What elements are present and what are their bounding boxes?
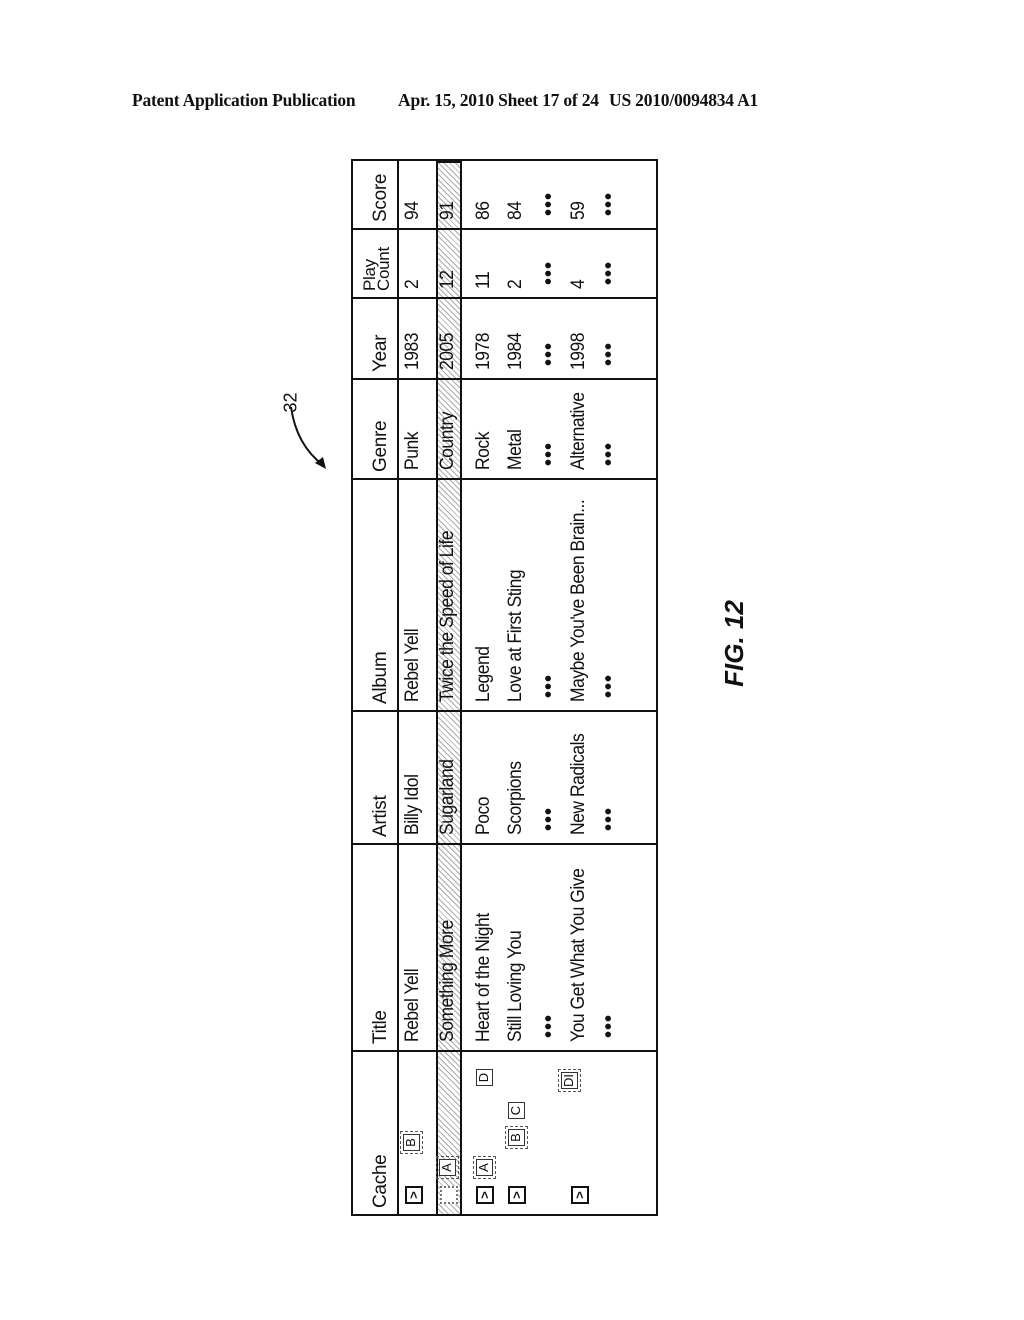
column-header-artist[interactable]: Artist bbox=[353, 710, 397, 843]
ellipsis: ••• bbox=[538, 673, 560, 698]
cache-tag: B bbox=[400, 1131, 423, 1154]
cache-checkbox[interactable]: > bbox=[405, 1186, 423, 1204]
table-header-row: Cache Title Artist Album Genre Year Play Count S… bbox=[353, 161, 399, 1214]
column-divider bbox=[353, 378, 656, 380]
publication-date-sheet: Apr. 15, 2010 Sheet 17 of 24 bbox=[398, 90, 599, 110]
cell-year: 1978 bbox=[473, 332, 494, 370]
cell-score: 84 bbox=[505, 201, 526, 220]
ellipsis: ••• bbox=[538, 260, 560, 285]
column-divider bbox=[353, 710, 656, 712]
cell-play-count: 2 bbox=[402, 279, 423, 289]
cell-play-count: 4 bbox=[568, 279, 589, 289]
column-divider bbox=[353, 228, 656, 230]
cell-title: Still Loving You bbox=[505, 930, 526, 1042]
column-header-cache[interactable]: Cache bbox=[353, 1050, 397, 1214]
cell-title: Heart of the Night bbox=[473, 913, 494, 1042]
publication-title: Patent Application Publication bbox=[132, 90, 356, 110]
cell-year: 1983 bbox=[402, 332, 423, 370]
cache-tag: D bbox=[476, 1069, 493, 1086]
column-header-play-count[interactable]: Play Count bbox=[353, 228, 397, 297]
cache-tag: DI bbox=[558, 1069, 581, 1092]
column-header-year[interactable]: Year bbox=[353, 297, 397, 378]
cache-checkbox[interactable]: > bbox=[476, 1186, 494, 1204]
ellipsis: ••• bbox=[538, 441, 560, 466]
ellipsis: ••• bbox=[538, 806, 560, 831]
cache-tag: C bbox=[508, 1102, 525, 1119]
cell-artist: New Radicals bbox=[568, 733, 589, 835]
ellipsis: ••• bbox=[598, 806, 620, 831]
column-header-genre[interactable]: Genre bbox=[353, 378, 397, 478]
cache-checkbox[interactable]: > bbox=[571, 1186, 589, 1204]
cell-artist: Billy Idol bbox=[402, 774, 423, 835]
cell-album: Love at First Sting bbox=[505, 569, 526, 702]
cell-title: Something More bbox=[437, 920, 458, 1042]
cache-checkbox[interactable] bbox=[440, 1186, 458, 1204]
cache-tag: A bbox=[436, 1156, 459, 1179]
cell-year: 1984 bbox=[505, 332, 526, 370]
cell-score: 59 bbox=[568, 201, 589, 220]
column-header-album[interactable]: Album bbox=[353, 478, 397, 710]
ellipsis: ••• bbox=[598, 673, 620, 698]
cell-score: 86 bbox=[473, 201, 494, 220]
cell-album: Maybe You've Been Brain... bbox=[568, 499, 589, 702]
ellipsis: ••• bbox=[598, 341, 620, 366]
cell-album: Legend bbox=[473, 646, 494, 702]
cell-year: 1998 bbox=[568, 332, 589, 370]
ellipsis: ••• bbox=[538, 191, 560, 216]
cell-play-count: 12 bbox=[437, 270, 458, 289]
column-header-title[interactable]: Title bbox=[353, 843, 397, 1050]
cell-title: You Get What You Give bbox=[568, 868, 589, 1042]
column-header-score[interactable]: Score bbox=[353, 157, 397, 228]
cell-play-count: 11 bbox=[473, 271, 494, 289]
cell-album: Twice the Speed of Life bbox=[437, 530, 458, 702]
ellipsis: ••• bbox=[598, 191, 620, 216]
patent-number: US 2010/0094834 A1 bbox=[609, 90, 759, 110]
cell-title: Rebel Yell bbox=[402, 968, 423, 1042]
table-body: > B Rebel Yell Billy Idol Rebel Yell Punk 1983… bbox=[399, 161, 656, 1216]
cell-score: 91 bbox=[437, 201, 458, 220]
column-divider bbox=[353, 1050, 656, 1052]
cell-artist: Sugarland bbox=[437, 759, 458, 835]
cell-year: 2005 bbox=[437, 332, 458, 370]
song-cache-table: Cache Title Artist Album Genre Year Play Count S… bbox=[351, 159, 658, 1216]
cell-score: 94 bbox=[402, 201, 423, 220]
cache-tag: A bbox=[473, 1156, 496, 1179]
ellipsis: ••• bbox=[538, 1013, 560, 1038]
cell-genre: Country bbox=[437, 412, 458, 470]
column-divider bbox=[353, 297, 656, 299]
cell-album: Rebel Yell bbox=[402, 628, 423, 702]
ellipsis: ••• bbox=[598, 260, 620, 285]
column-header-line: Count bbox=[374, 247, 393, 291]
cache-checkbox[interactable]: > bbox=[508, 1186, 526, 1204]
ellipsis: ••• bbox=[598, 441, 620, 466]
cache-tag: B bbox=[505, 1126, 528, 1149]
cell-genre: Metal bbox=[505, 429, 526, 470]
ellipsis: ••• bbox=[598, 1013, 620, 1038]
figure-label: FIG. 12 bbox=[718, 600, 749, 687]
cell-genre: Alternative bbox=[568, 392, 589, 470]
reference-arrow-icon bbox=[290, 406, 326, 469]
column-divider bbox=[353, 478, 656, 480]
cell-play-count: 2 bbox=[505, 279, 526, 289]
cell-genre: Punk bbox=[402, 431, 423, 470]
column-divider bbox=[353, 843, 656, 845]
ellipsis: ••• bbox=[538, 341, 560, 366]
cell-genre: Rock bbox=[473, 432, 494, 470]
publication-header: Patent Application Publication Apr. 15, … bbox=[132, 90, 892, 114]
cell-artist: Scorpions bbox=[505, 761, 526, 835]
cell-artist: Poco bbox=[473, 796, 494, 835]
